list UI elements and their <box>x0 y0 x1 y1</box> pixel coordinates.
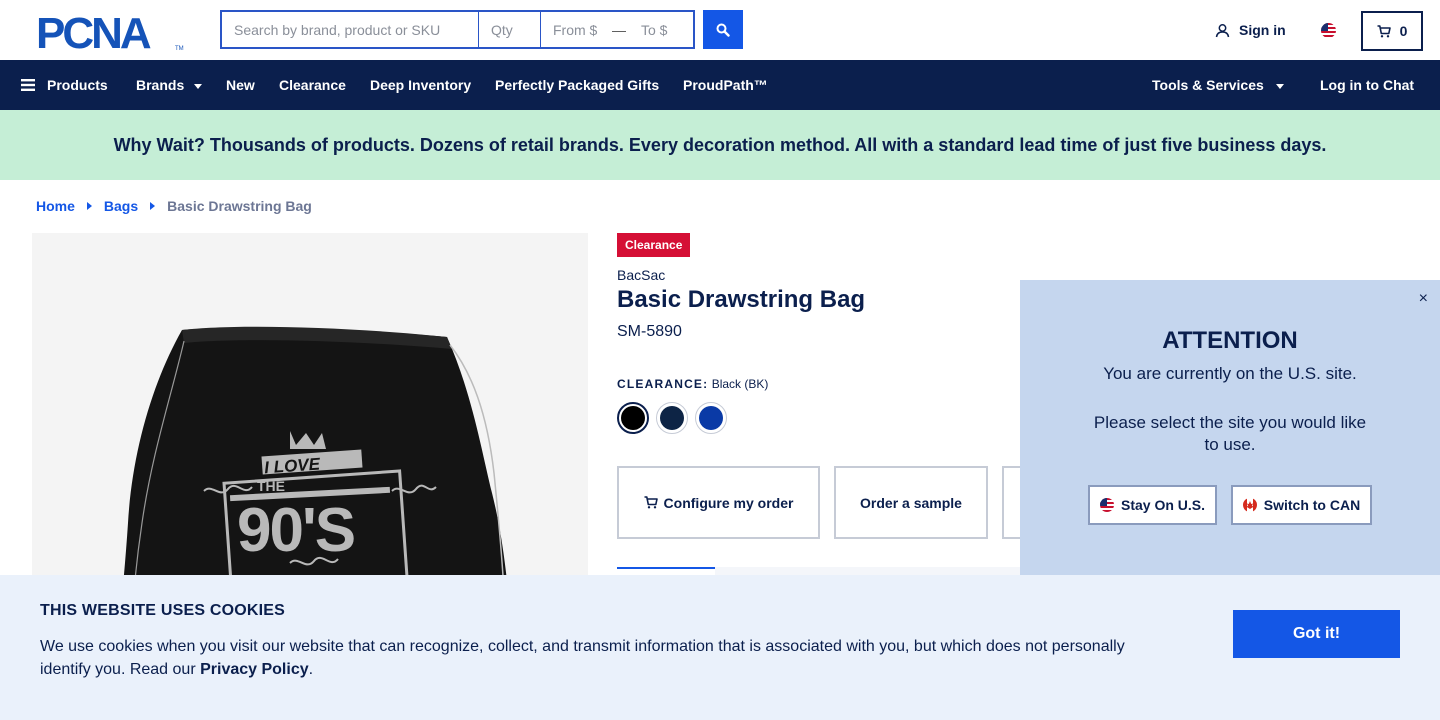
order-sample-label: Order a sample <box>860 494 962 511</box>
search-icon <box>716 23 730 37</box>
site-select-modal: × ATTENTION You are currently on the U.S… <box>1020 280 1440 575</box>
breadcrumb-arrow-icon <box>150 202 156 210</box>
modal-instruction-text: Please select the site you would like to… <box>1093 413 1367 454</box>
nav-log-in-chat[interactable]: Log in to Chat <box>1320 60 1414 110</box>
nav-gifts[interactable]: Perfectly Packaged Gifts <box>495 60 659 110</box>
order-sample-button[interactable]: Order a sample <box>834 466 988 539</box>
search-input[interactable] <box>222 12 479 47</box>
modal-current-site-text: You are currently on the U.S. site. <box>1103 364 1357 383</box>
product-title: Basic Drawstring Bag <box>617 286 866 313</box>
nav-products[interactable]: Products <box>21 60 108 110</box>
switch-can-button[interactable]: Switch to CAN <box>1231 485 1372 525</box>
svg-text:PCNA: PCNA <box>36 12 151 52</box>
nav-deep-inventory[interactable]: Deep Inventory <box>370 60 471 110</box>
breadcrumb: Home Bags Basic Drawstring Bag <box>36 198 312 214</box>
cookie-period: . <box>308 661 314 678</box>
configure-order-label: Configure my order <box>663 494 794 511</box>
cookie-text: We use cookies when you visit our websit… <box>40 635 1150 681</box>
hamburger-icon <box>21 79 35 91</box>
nav-brands-label: Brands <box>136 77 185 93</box>
us-flag-icon[interactable] <box>1321 23 1336 38</box>
modal-title: ATTENTION <box>1162 327 1298 354</box>
swatch-color <box>660 406 684 430</box>
cookie-title: THIS WEBSITE USES COOKIES <box>40 602 286 619</box>
us-flag-icon <box>1099 498 1114 512</box>
cart-count: 0 <box>1399 23 1408 39</box>
product-sku: SM-5890 <box>617 323 682 340</box>
price-from-input[interactable] <box>541 12 609 47</box>
svg-text:TM: TM <box>175 46 184 52</box>
color-value: Black (BK) <box>711 377 769 391</box>
breadcrumb-current: Basic Drawstring Bag <box>167 198 312 214</box>
cart-button[interactable]: 0 <box>1361 11 1423 51</box>
qty-input[interactable] <box>479 12 541 47</box>
stay-us-label: Stay On U.S. <box>1120 497 1206 513</box>
active-tab-indicator <box>617 567 715 569</box>
breadcrumb-bags[interactable]: Bags <box>104 198 138 214</box>
nav-clearance[interactable]: Clearance <box>279 60 346 110</box>
swatch-black[interactable] <box>617 402 649 434</box>
tab-bar <box>715 567 1020 575</box>
color-label: CLEARANCE: <box>617 377 709 391</box>
close-icon[interactable]: × <box>1419 290 1428 308</box>
price-to-input[interactable] <box>629 12 691 47</box>
sign-in-link[interactable]: Sign in <box>1215 22 1286 38</box>
accept-cookies-button[interactable]: Got it! <box>1233 610 1400 658</box>
main-nav: Products Brands New Clearance Deep Inven… <box>0 60 1440 110</box>
color-selection: CLEARANCE: Black (BK) <box>617 377 768 391</box>
swatch-color <box>699 406 723 430</box>
nav-brands[interactable]: Brands <box>136 60 203 110</box>
svg-text:I LOVE: I LOVE <box>264 454 322 477</box>
price-range-dash: — <box>612 21 626 38</box>
configure-order-button[interactable]: Configure my order <box>617 466 820 539</box>
breadcrumb-home[interactable]: Home <box>36 198 75 214</box>
search-bar: — <box>220 10 695 49</box>
cookie-banner: THIS WEBSITE USES COOKIES We use cookies… <box>0 575 1440 720</box>
breadcrumb-arrow-icon <box>86 202 92 210</box>
cart-icon <box>644 496 658 509</box>
promo-text: Why Wait? Thousands of products. Dozens … <box>113 134 1327 155</box>
clearance-badge: Clearance <box>617 233 691 257</box>
nav-tools-label: Tools & Services <box>1152 77 1264 93</box>
swatch-navy[interactable] <box>656 402 688 434</box>
user-icon <box>1215 23 1230 37</box>
svg-text:90'S: 90'S <box>237 496 354 565</box>
chevron-down-icon <box>194 83 203 89</box>
chevron-down-icon <box>1275 83 1284 89</box>
nav-proudpath[interactable]: ProudPath™ <box>683 60 768 110</box>
nav-tools-services[interactable]: Tools & Services <box>1152 60 1284 110</box>
stay-us-button[interactable]: Stay On U.S. <box>1088 485 1217 525</box>
search-button[interactable] <box>703 10 743 49</box>
product-brand[interactable]: BacSac <box>617 267 665 283</box>
promo-banner: Why Wait? Thousands of products. Dozens … <box>0 110 1440 180</box>
sign-in-label: Sign in <box>1239 22 1286 38</box>
swatch-color <box>621 406 645 430</box>
nav-products-label: Products <box>47 77 108 93</box>
switch-can-label: Switch to CAN <box>1263 497 1361 513</box>
privacy-policy-link[interactable]: Privacy Policy <box>200 661 309 678</box>
site-header: PCNA TM — Sign in <box>0 0 1440 60</box>
swatch-royal-blue[interactable] <box>695 402 727 434</box>
nav-new[interactable]: New <box>226 60 255 110</box>
pcna-logo[interactable]: PCNA TM <box>36 12 184 52</box>
cart-icon <box>1377 24 1391 37</box>
canada-flag-icon <box>1242 498 1257 512</box>
